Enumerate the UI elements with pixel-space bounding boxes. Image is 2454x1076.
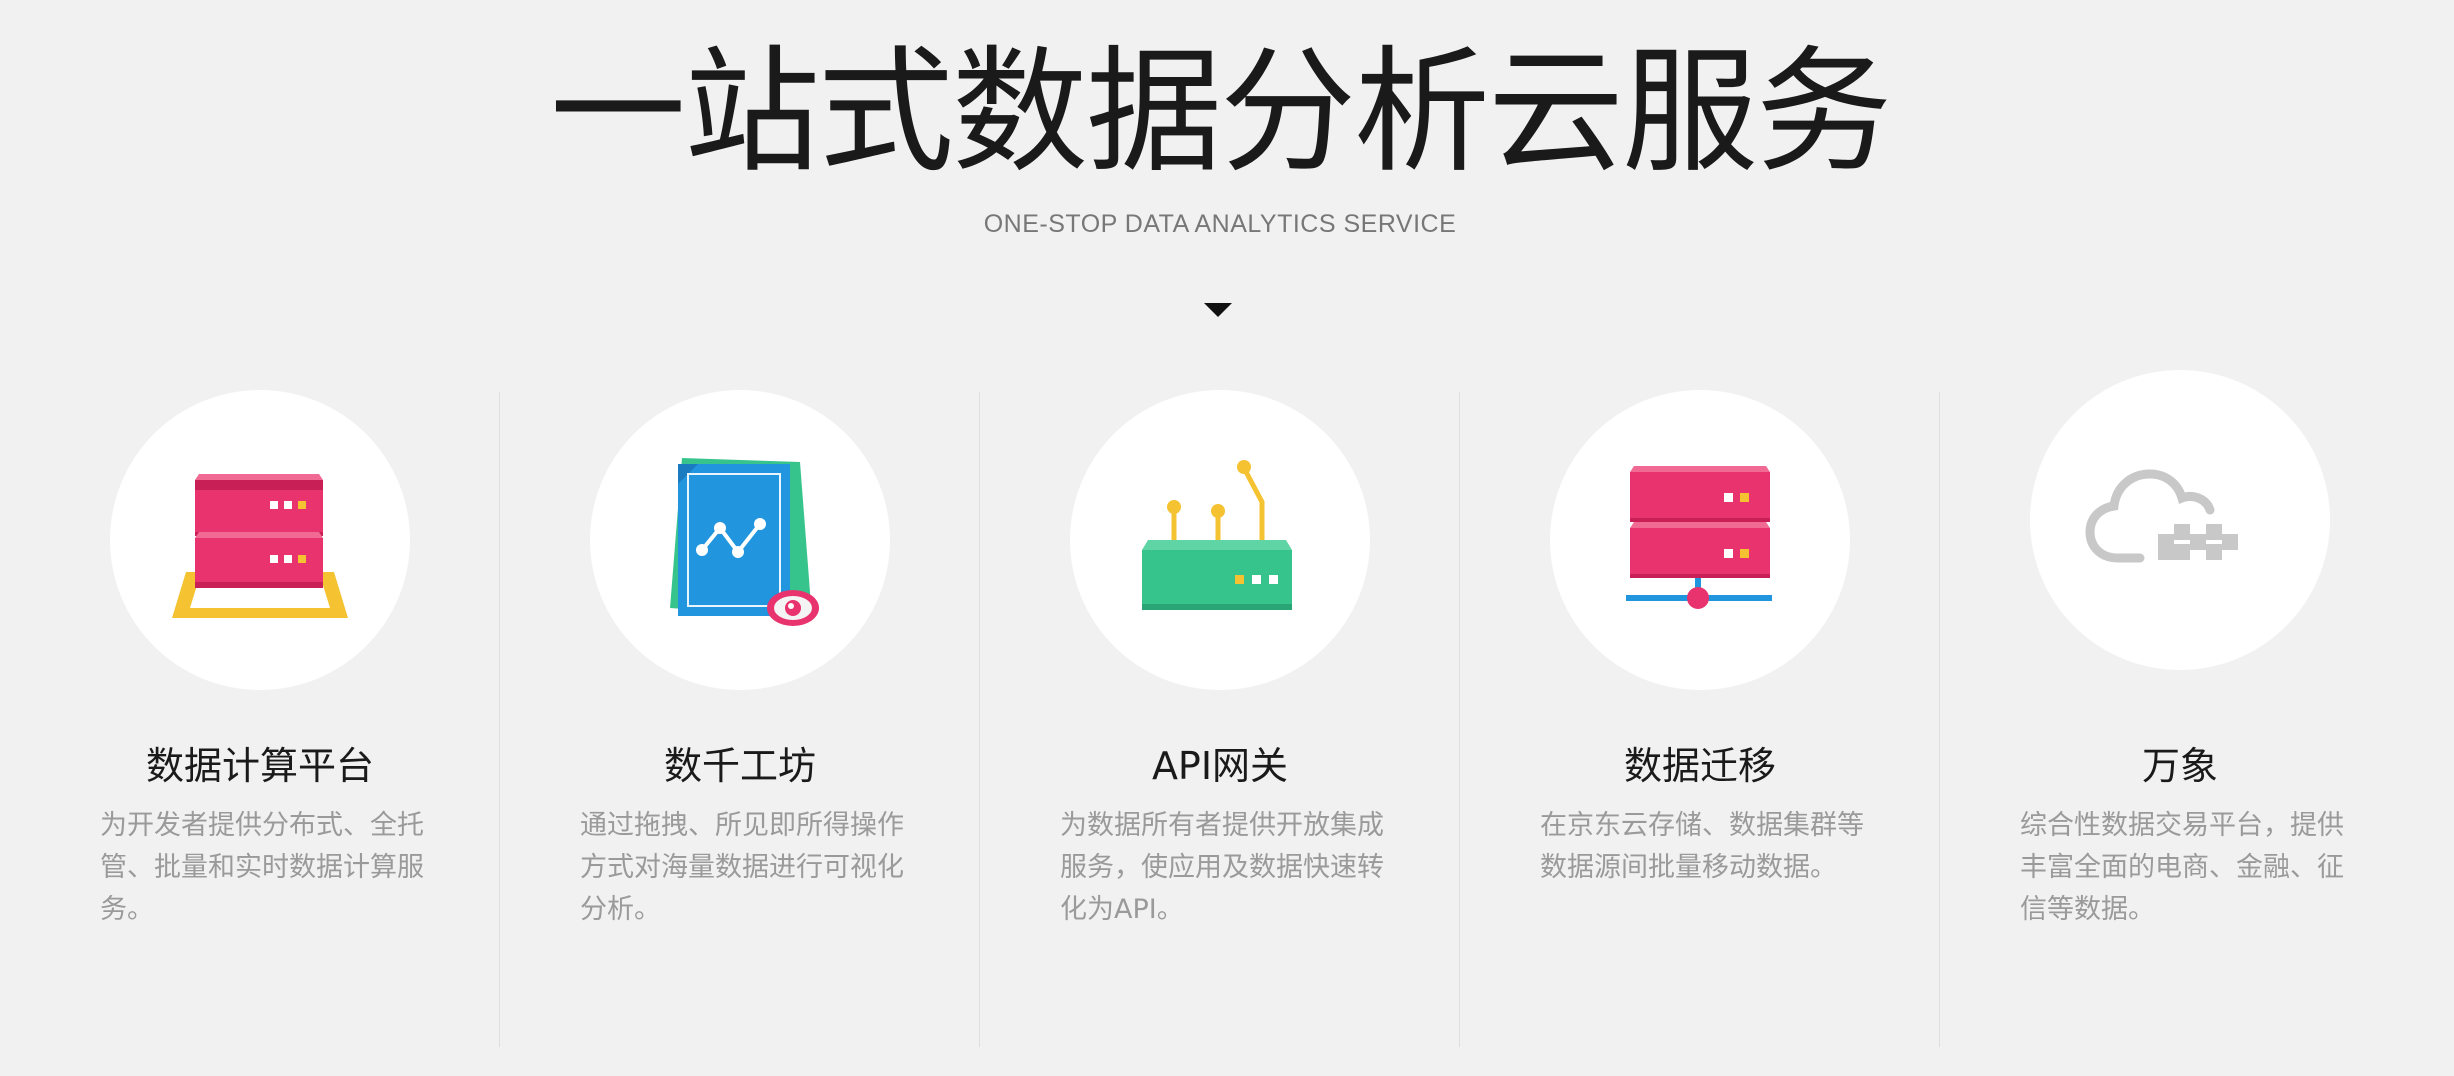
service-card-workshop[interactable]: 数千工坊 通过拖拽、所见即所得操作方式对海量数据进行可视化分析。 <box>500 390 980 1050</box>
card-title: 数据迁移 <box>1623 744 1776 788</box>
page: 一站式数据分析云服务 ONE-STOP DATA ANALYTICS SERVI… <box>0 0 2454 1076</box>
card-title: API网关 <box>1151 744 1289 788</box>
card-title: 万象 <box>2141 744 2218 788</box>
service-card-compute[interactable]: 数据计算平台 为开发者提供分布式、全托管、批量和实时数据计算服务。 <box>20 390 500 1050</box>
server-stack-icon <box>172 474 348 618</box>
card-description: 通过拖拽、所见即所得操作方式对海量数据进行可视化分析。 <box>580 810 904 925</box>
service-card-migration[interactable]: 数据迁移 在京东云存储、数据集群等数据源间批量移动数据。 <box>1460 390 1940 1050</box>
card-title: 数据计算平台 <box>145 744 374 788</box>
card-description: 为开发者提供分布式、全托管、批量和实时数据计算服务。 <box>100 810 424 925</box>
server-network-icon <box>1626 466 1772 609</box>
router-gateway-icon <box>1142 460 1292 610</box>
card-description: 在京东云存储、数据集群等数据源间批量移动数据。 <box>1540 810 1864 883</box>
chart-document-icon <box>670 458 819 626</box>
icon-circle <box>1550 390 1850 690</box>
service-card-api-gateway[interactable]: API网关 为数据所有者提供开放集成服务，使应用及数据快速转化为API。 <box>980 390 1460 1050</box>
card-title: 数千工坊 <box>663 744 816 788</box>
cloud-puzzle-icon <box>2085 469 2238 563</box>
icon-circle <box>1070 390 1370 690</box>
icon-circle <box>110 390 410 690</box>
service-card-wanxiang[interactable]: 万象 综合性数据交易平台，提供丰富全面的电商、金融、征信等数据。 <box>1940 370 2420 1050</box>
card-description: 为数据所有者提供开放集成服务，使应用及数据快速转化为API。 <box>1060 810 1384 925</box>
card-description: 综合性数据交易平台，提供丰富全面的电商、金融、征信等数据。 <box>2020 810 2344 925</box>
icon-circle <box>590 390 890 690</box>
icon-circle <box>2030 370 2330 670</box>
service-cards: 数据计算平台 为开发者提供分布式、全托管、批量和实时数据计算服务。 数千工坊 通… <box>20 0 2420 1076</box>
